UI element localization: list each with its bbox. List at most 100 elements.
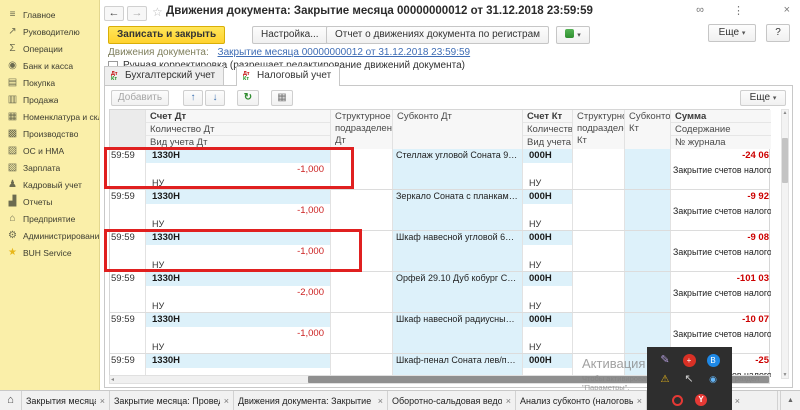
grid-more-button[interactable]: Еще ▾: [740, 90, 786, 106]
taskbar-tab[interactable]: Закрытие месяца: Проведен×: [110, 391, 234, 410]
favorite-star-icon[interactable]: ☆: [152, 5, 163, 19]
cell-account-dt: 1330Н: [146, 313, 330, 327]
document-link[interactable]: Закрытие месяца 00000000012 от 31.12.201…: [218, 47, 471, 58]
sidebar-item-ОС и НМА[interactable]: ▨ОС и НМА: [0, 142, 99, 159]
close-window-icon[interactable]: ×: [784, 4, 790, 16]
close-tab-icon[interactable]: ×: [224, 396, 229, 406]
sidebar-item-Предприятие[interactable]: ⌂Предприятие: [0, 210, 99, 227]
taskbar-tab-label: Движения документа: Закрытие месяца ...: [238, 396, 374, 406]
security-shield-icon[interactable]: ⚠: [653, 370, 677, 389]
sidebar-item-label: Отчеты: [20, 197, 52, 207]
sidebar-item-Администрирование[interactable]: ⚙Администрирование: [0, 227, 99, 244]
tab-accounting[interactable]: ДтКтБухгалтерский учет: [104, 66, 224, 85]
sales-icon: ▥: [5, 95, 20, 105]
dtkt-icon: ДтКт: [243, 72, 254, 82]
close-tab-icon[interactable]: ×: [735, 396, 740, 406]
taskbar-up-arrow[interactable]: ▲: [780, 391, 800, 410]
feather-icon[interactable]: ✎: [653, 351, 677, 370]
chart-icon: ↗: [5, 27, 20, 37]
sidebar-item-label: Администрирование: [20, 231, 99, 241]
register-report-button[interactable]: Отчет о движениях документа по регистрам: [326, 26, 549, 44]
yandex-icon[interactable]: Y: [695, 394, 707, 406]
taskbar-tab[interactable]: Закрытия месяца×: [22, 391, 110, 410]
cell-kind-dt: НУ: [146, 341, 330, 353]
document-link-row: Движения документа: Закрытие месяца 0000…: [108, 47, 470, 58]
table-row[interactable]: 59:591330Н-2,000НУОрфей 29.10 Дуб кобург…: [110, 272, 769, 313]
move-down-button[interactable]: ↓: [205, 90, 225, 106]
close-tab-icon[interactable]: ×: [506, 396, 511, 406]
sidebar-item-BUH Service[interactable]: ★BUH Service: [0, 244, 99, 261]
header-subconto-kt[interactable]: Субконто Кт: [625, 110, 671, 149]
header-subconto-dt[interactable]: Субконто Дт: [393, 110, 523, 149]
add-row-button[interactable]: Добавить: [111, 90, 169, 106]
cell-account-dt: 1330Н: [146, 354, 330, 368]
sidebar-item-Продажа[interactable]: ▥Продажа: [0, 91, 99, 108]
cell-sum: -9 92: [671, 190, 771, 204]
sidebar-item-label: Покупка: [20, 78, 55, 88]
refresh-button[interactable]: ↻: [237, 90, 259, 106]
cell-sum: -101 03: [671, 272, 771, 286]
close-tab-icon[interactable]: ×: [100, 396, 105, 406]
save-and-close-button[interactable]: Записать и закрыть: [108, 26, 225, 44]
opera-icon[interactable]: [672, 395, 683, 406]
sidebar-item-label: Предприятие: [20, 214, 75, 224]
pin-icon[interactable]: ◉: [701, 370, 725, 389]
cursor-icon[interactable]: ↖: [677, 370, 701, 389]
cell-content: Закрытие счетов налогового: [671, 327, 771, 341]
taskbar-tab-label: Оборотно-сальдовая ведомость за 201...: [392, 396, 502, 406]
cell-content: Закрытие счетов налогового: [671, 204, 771, 218]
sidebar-item-Главное[interactable]: ≡Главное: [0, 6, 99, 23]
document-link-label: Движения документа:: [108, 47, 209, 58]
cell-account-kt: 000Н: [523, 149, 572, 163]
sidebar-item-Зарплата[interactable]: ▧Зарплата: [0, 159, 99, 176]
table-row[interactable]: 59:591330Н-1,000НУЗеркало Соната с планк…: [110, 190, 769, 231]
header-account-dt[interactable]: Счет ДтКоличество ДтВид учета Дт: [146, 110, 331, 149]
sidebar-item-Номенклатура и склад[interactable]: ▦Номенклатура и склад: [0, 108, 99, 125]
vertical-scrollbar-thumb[interactable]: [782, 138, 788, 183]
taskbar-tab[interactable]: Движения документа: Закрытие месяца ... ×: [234, 391, 388, 410]
close-tab-icon[interactable]: ×: [378, 396, 383, 406]
vertical-scrollbar[interactable]: ▲ ▼: [781, 109, 789, 379]
header-struct-kt[interactable]: Структурное подразделени Кт: [573, 110, 625, 149]
move-up-button[interactable]: ↑: [183, 90, 203, 106]
cell-kind-dt: НУ: [146, 300, 330, 312]
header-account-kt[interactable]: Счет КтКоличеств...Вид учета Кт: [523, 110, 573, 149]
report-split-button[interactable]: ▾: [556, 26, 590, 44]
sidebar-item-Руководителю[interactable]: ↗Руководителю: [0, 23, 99, 40]
forward-button[interactable]: →: [127, 6, 147, 21]
capture-icon[interactable]: +: [677, 351, 701, 370]
header-struct-dt[interactable]: Структурное подразделение Дт: [331, 110, 393, 149]
sidebar-item-label: Операции: [20, 44, 63, 54]
settings-button[interactable]: Настройка...: [252, 26, 328, 44]
cell-account-kt: 000Н: [523, 231, 572, 245]
purchase-cart-icon: ▤: [5, 78, 20, 88]
sidebar-item-Производство[interactable]: ▩Производство: [0, 125, 99, 142]
tab-tax-accounting[interactable]: ДтКтНалоговый учет: [236, 66, 340, 86]
header-period[interactable]: [110, 110, 146, 149]
more-button[interactable]: Еще ▾: [708, 24, 756, 42]
sidebar-item-Банк и касса[interactable]: ◉Банк и касса: [0, 57, 99, 74]
sidebar-item-Покупка[interactable]: ▤Покупка: [0, 74, 99, 91]
header-sum[interactable]: СуммаСодержание№ журнала: [671, 110, 771, 149]
sidebar-item-Отчеты[interactable]: ▟Отчеты: [0, 193, 99, 210]
cell-content: Закрытие счетов налогового: [671, 245, 771, 259]
report-green-icon: [565, 29, 574, 38]
sidebar-item-Кадровый учет[interactable]: ♟Кадровый учет: [0, 176, 99, 193]
cell-kind-kt: НУ: [523, 259, 572, 271]
grid-settings-button[interactable]: ▦: [271, 90, 293, 106]
more-dots-icon[interactable]: ⋮: [733, 4, 744, 17]
back-button[interactable]: ←: [104, 6, 124, 21]
help-button[interactable]: ?: [766, 24, 790, 42]
operations-icon: Σ: [5, 44, 20, 54]
home-icon[interactable]: ⌂: [0, 391, 22, 410]
cell-period: 59:59: [110, 272, 145, 286]
get-link-icon[interactable]: ∞: [696, 4, 704, 16]
sidebar-item-Операции[interactable]: ΣОперации: [0, 40, 99, 57]
close-tab-icon[interactable]: ×: [637, 396, 642, 406]
taskbar-tab[interactable]: Оборотно-сальдовая ведомость за 201... ×: [388, 391, 516, 410]
taskbar-tab[interactable]: Анализ субконто (налоговый учет) за 20..…: [516, 391, 647, 410]
bluetooth-icon[interactable]: B: [701, 351, 725, 370]
sidebar-item-label: Кадровый учет: [20, 180, 82, 190]
sidebar: ≡Главное↗РуководителюΣОперации◉Банк и ка…: [0, 0, 100, 390]
cell-subconto-dt: Шкаф навесной радиусный 32х72: [393, 313, 522, 325]
